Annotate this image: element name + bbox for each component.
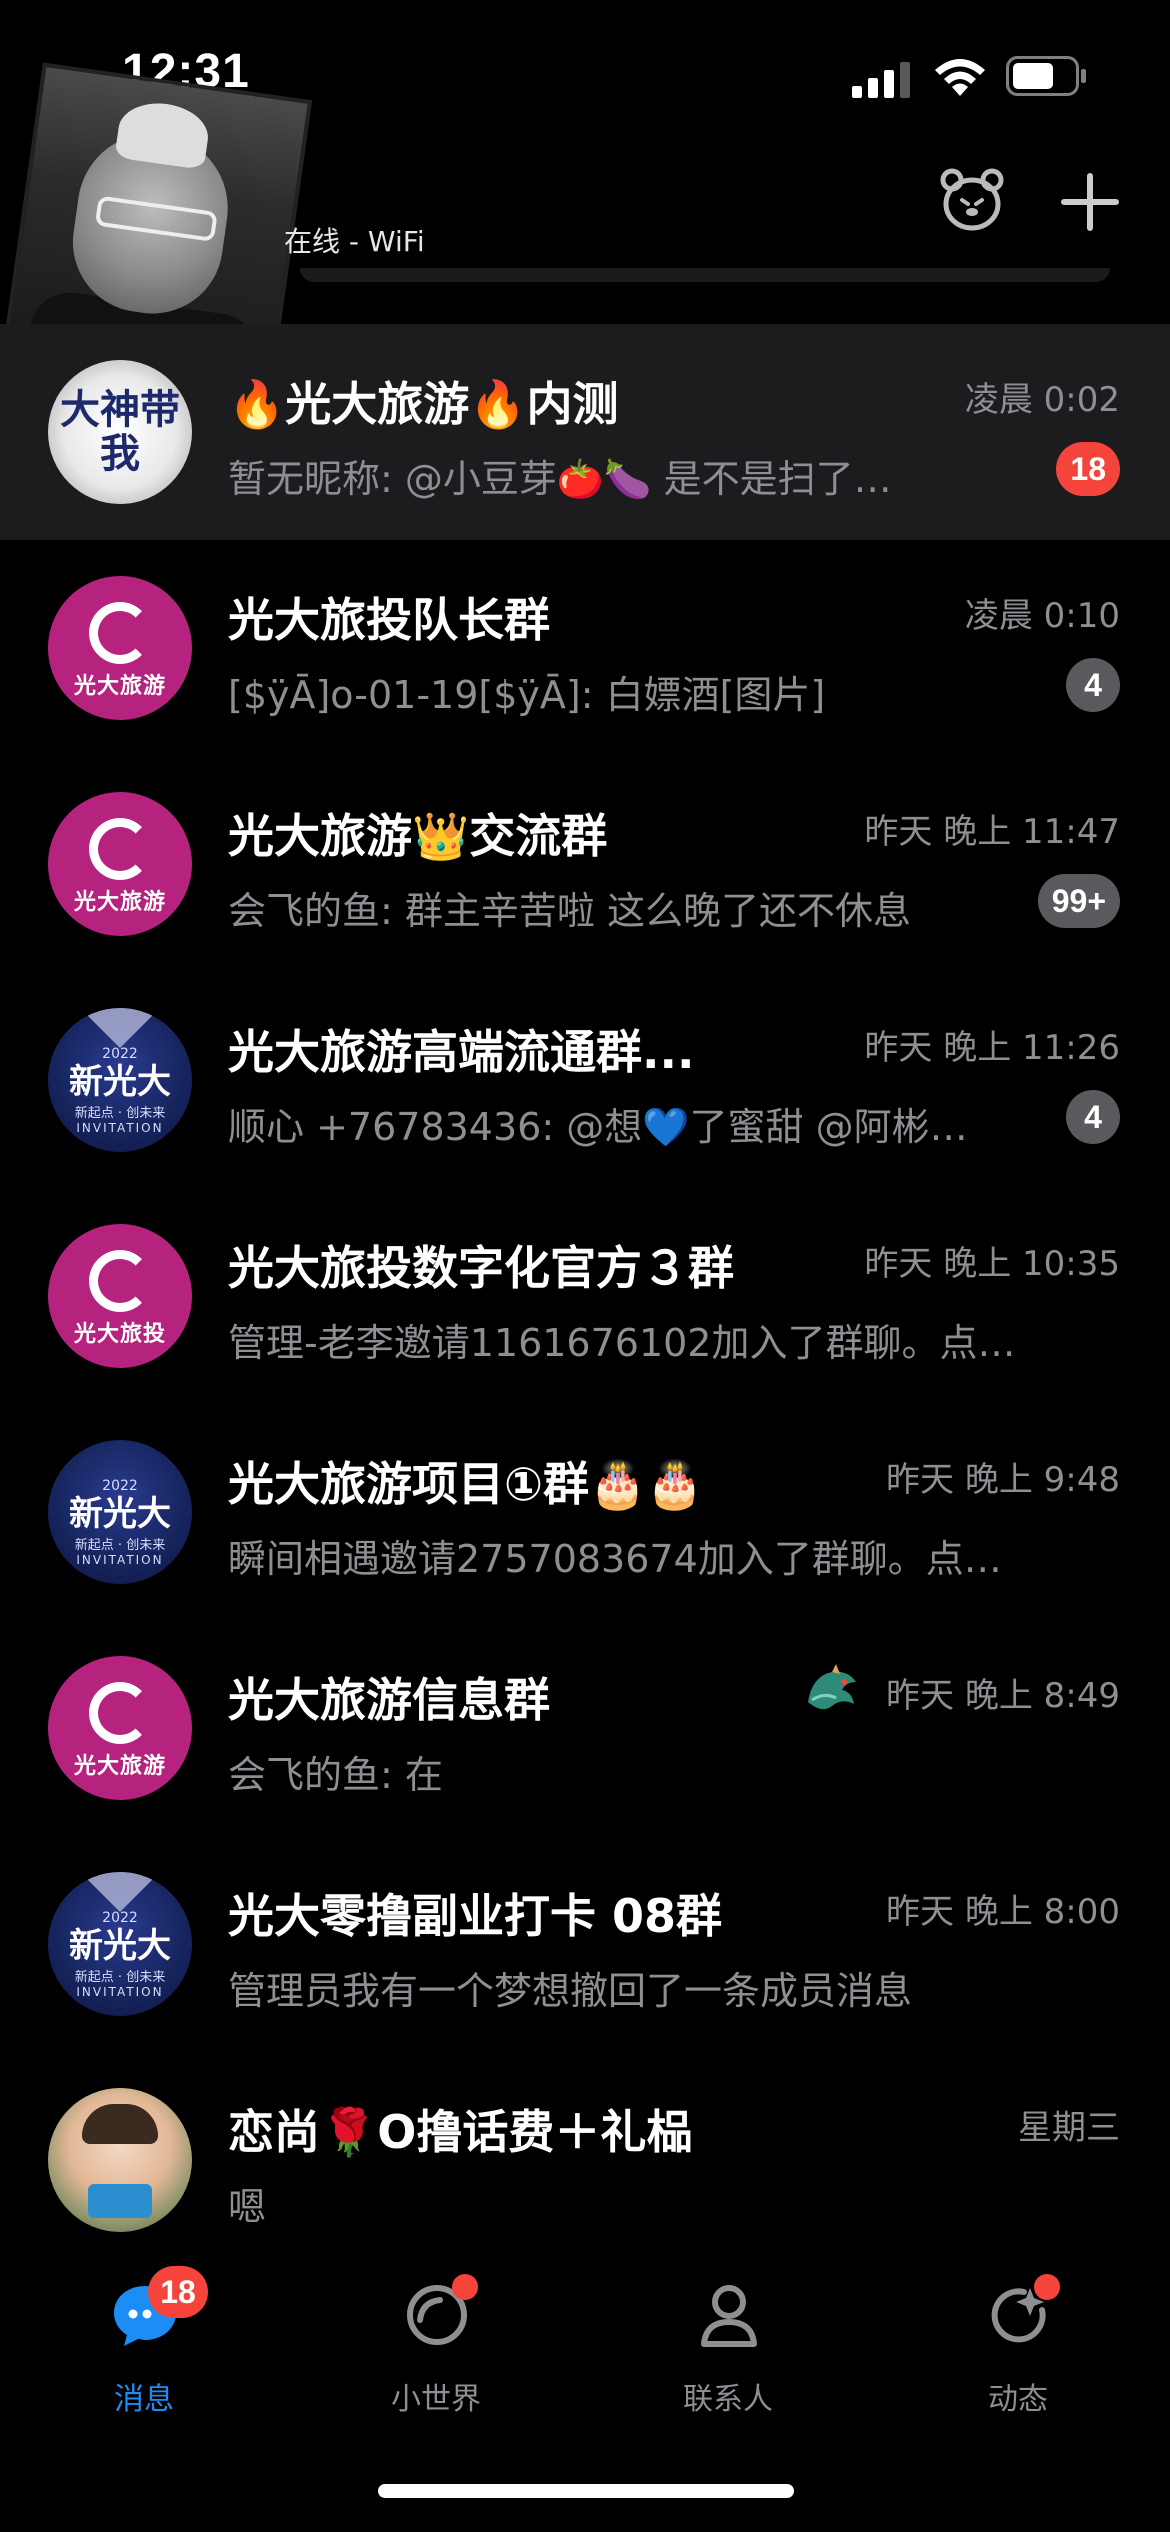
- group-avatar: 光大旅游: [48, 576, 192, 720]
- tab-small-world[interactable]: 小世界: [336, 2274, 536, 2440]
- chat-title: 光大旅游项目①群🎂🎂: [228, 1457, 704, 1511]
- search-bar-strip[interactable]: [300, 268, 1110, 282]
- qq-messages-screen: 12:31 在线 - WiFi 大神带我 🔥光大旅游🔥内测 凌晨 0:02 暂无…: [0, 0, 1170, 2532]
- chat-item[interactable]: 大神带我 🔥光大旅游🔥内测 凌晨 0:02 暂无昵称: @小豆芽🍅🍆 是不是扫了…: [0, 324, 1170, 540]
- brand-logo-icon: [89, 602, 151, 664]
- avatar-subtext: 新起点 · 创未来: [74, 1105, 166, 1121]
- avatar-text: 大神带我: [60, 387, 180, 477]
- unread-badge: 4: [1066, 1090, 1120, 1144]
- chat-item[interactable]: 光大旅投 光大旅投数字化官方３群 昨天 晚上 10:35 管理-老李邀请1161…: [0, 1188, 1170, 1404]
- chat-item[interactable]: 光大旅游 光大旅游👑交流群 昨天 晚上 11:47 会飞的鱼: 群主辛苦啦 这么…: [0, 756, 1170, 972]
- unread-badge: 18: [1056, 442, 1120, 496]
- chat-preview: 嗯: [228, 2185, 267, 2229]
- tab-messages[interactable]: 18 消息: [44, 2266, 244, 2440]
- chat-time: 星期三: [1018, 2108, 1120, 2148]
- chat-time: 昨天 晚上 11:26: [864, 1028, 1120, 1068]
- contact-avatar: [48, 2088, 192, 2232]
- chat-title: 恋尚🌹O撸话费＋礼榀: [228, 2105, 693, 2159]
- group-avatar: 2022 新光大 新起点 · 创未来 INVITATION: [48, 1440, 192, 1584]
- brand-logo-icon: [89, 1682, 151, 1744]
- chat-item[interactable]: 光大旅游 光大旅游信息群 昨天 晚上 8:49 会飞的鱼: 在: [0, 1620, 1170, 1836]
- chat-list: 大神带我 🔥光大旅游🔥内测 凌晨 0:02 暂无昵称: @小豆芽🍅🍆 是不是扫了…: [0, 324, 1170, 2268]
- chat-time: 昨天 晚上 8:49: [886, 1676, 1120, 1716]
- chat-item[interactable]: 光大旅游 光大旅投队长群 凌晨 0:10 [$ÿĀ]o-01-19[$ÿĀ]: …: [0, 540, 1170, 756]
- chat-title: 光大旅游信息群: [228, 1673, 550, 1727]
- tab-label: 联系人: [683, 2382, 773, 2417]
- unread-badge: 99+: [1037, 874, 1120, 928]
- contacts-person-icon: [701, 2285, 757, 2347]
- bear-face-icon[interactable]: [938, 166, 1006, 234]
- avatar-subtext: 新起点 · 创未来: [74, 1537, 166, 1553]
- chat-title: 光大零撸副业打卡 08群: [228, 1889, 723, 1943]
- plus-icon[interactable]: [1058, 170, 1122, 234]
- chat-title: 光大旅投数字化官方３群: [228, 1241, 734, 1295]
- avatar-text: 新光大: [69, 1061, 171, 1102]
- group-avatar: 光大旅游: [48, 792, 192, 936]
- avatar-text: 光大旅游: [73, 890, 166, 915]
- chat-preview: 会飞的鱼: 群主辛苦啦 这么晚了还不休息: [228, 889, 911, 933]
- tab-contacts[interactable]: 联系人: [628, 2280, 828, 2440]
- unread-badge: 4: [1066, 658, 1120, 712]
- tab-label: 动态: [988, 2382, 1048, 2417]
- chat-item[interactable]: 2022 新光大 新起点 · 创未来 INVITATION 光大旅游高端流通群.…: [0, 972, 1170, 1188]
- online-status[interactable]: 在线 - WiFi: [284, 220, 425, 260]
- group-avatar: 光大旅游: [48, 1656, 192, 1800]
- chat-title: 光大旅游高端流通群...: [228, 1025, 695, 1079]
- home-indicator[interactable]: [378, 2484, 794, 2498]
- avatar-text: 光大旅游: [73, 674, 166, 699]
- chat-item[interactable]: 2022 新光大 新起点 · 创未来 INVITATION 光大零撸副业打卡 0…: [0, 1836, 1170, 2052]
- chat-preview: [$ÿĀ]o-01-19[$ÿĀ]: 白嫖酒[图片]: [228, 673, 826, 717]
- chat-preview: 瞬间相遇邀请2757083674加入了群聊。点…: [228, 1537, 1002, 1581]
- chat-item[interactable]: 恋尚🌹O撸话费＋礼榀 星期三 嗯: [0, 2052, 1170, 2268]
- avatar-invitation: INVITATION: [76, 1120, 164, 1135]
- chat-preview: 顺心 +76783436: @想💙了蜜甜 @阿彬…: [228, 1105, 968, 1149]
- chat-time: 凌晨 0:02: [964, 380, 1120, 420]
- chat-title: 光大旅游👑交流群: [228, 809, 608, 863]
- notification-dot: [1034, 2274, 1060, 2300]
- avatar-subtext: 新起点 · 创未来: [74, 1969, 166, 1985]
- avatar-text: 光大旅投: [73, 1322, 166, 1347]
- chat-item[interactable]: 2022 新光大 新起点 · 创未来 INVITATION 光大旅游项目①群🎂🎂…: [0, 1404, 1170, 1620]
- chat-preview: 暂无昵称: @小豆芽🍅🍆 是不是扫了…: [228, 457, 892, 501]
- chat-time: 昨天 晚上 11:47: [864, 812, 1120, 852]
- chat-time: 凌晨 0:10: [964, 596, 1120, 636]
- tab-label: 消息: [114, 2382, 174, 2417]
- group-avatar: 2022 新光大 新起点 · 创未来 INVITATION: [48, 1008, 192, 1152]
- chat-preview: 管理-老李邀请1161676102加入了群聊。点…: [228, 1321, 1016, 1365]
- tab-feed[interactable]: 动态: [918, 2274, 1118, 2440]
- brand-logo-icon: [89, 1250, 151, 1312]
- avatar-text: 新光大: [69, 1493, 171, 1534]
- avatar-text: 新光大: [69, 1925, 171, 1966]
- chat-title: 🔥光大旅游🔥内测: [228, 377, 619, 431]
- chat-time: 昨天 晚上 8:00: [886, 1892, 1120, 1932]
- header: 在线 - WiFi: [0, 62, 1170, 380]
- chat-title: 光大旅投队长群: [228, 593, 550, 647]
- tab-unread-badge: 18: [148, 2266, 208, 2318]
- chat-preview: 会飞的鱼: 在: [228, 1753, 443, 1797]
- avatar-invitation: INVITATION: [76, 1552, 164, 1567]
- chat-time: 昨天 晚上 9:48: [886, 1460, 1120, 1500]
- avatar-text: 光大旅游: [73, 1754, 166, 1779]
- chat-time: 昨天 晚上 10:35: [864, 1244, 1120, 1284]
- group-avatar: 2022 新光大 新起点 · 创未来 INVITATION: [48, 1872, 192, 2016]
- avatar-year: 2022: [102, 1477, 138, 1494]
- group-avatar: 光大旅投: [48, 1224, 192, 1368]
- dragon-icon: [808, 1664, 856, 1710]
- chat-preview: 管理员我有一个梦想撤回了一条成员消息: [228, 1969, 913, 2013]
- brand-logo-icon: [89, 818, 151, 880]
- avatar-invitation: INVITATION: [76, 1984, 164, 1999]
- notification-dot: [452, 2274, 478, 2300]
- tab-label: 小世界: [391, 2382, 481, 2417]
- group-avatar: 大神带我: [48, 360, 192, 504]
